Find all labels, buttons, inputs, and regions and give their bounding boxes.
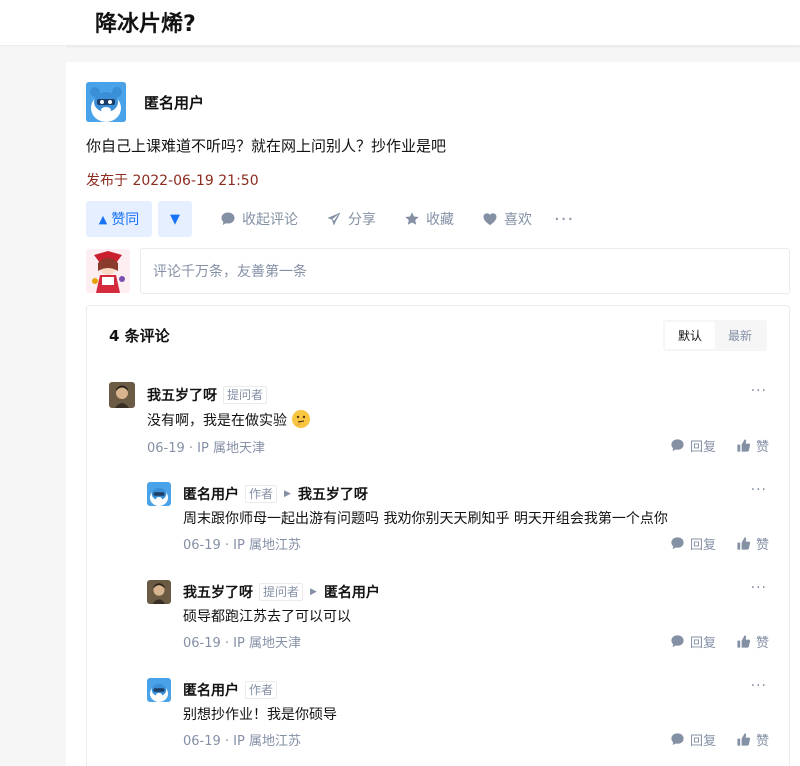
- comment-meta: 06-19 · IP 属地天津: [147, 441, 265, 456]
- commenter-avatar[interactable]: [147, 580, 171, 604]
- more-options-button[interactable]: ···: [554, 209, 574, 230]
- reply-arrow-icon: ▶: [310, 587, 317, 597]
- comment-header: 我五岁了呀 提问者: [147, 385, 268, 405]
- commenter-name[interactable]: 我五岁了呀: [183, 582, 253, 602]
- reply-button[interactable]: 回复: [670, 632, 716, 651]
- upvote-label: 赞同: [111, 212, 140, 228]
- reply-button[interactable]: 回复: [670, 730, 716, 749]
- answer-author: 匿名用户: [86, 82, 204, 122]
- like-label: 喜欢: [504, 212, 532, 228]
- comment-actions: 回复 赞: [650, 632, 769, 651]
- triangle-up-icon: ▲: [98, 212, 108, 226]
- comment-input[interactable]: 评论千万条，友善第一条: [140, 248, 790, 294]
- thumbs-up-icon: [737, 733, 751, 746]
- favorite-button[interactable]: 收藏: [404, 209, 454, 229]
- comment-more-button[interactable]: ···: [751, 482, 767, 498]
- comment-actions: 回复 赞: [650, 730, 769, 749]
- collapse-comments-label: 收起评论: [242, 212, 298, 228]
- question-title[interactable]: 降冰片烯?: [95, 6, 196, 38]
- comments-count: 4 条评论: [109, 326, 170, 345]
- reply-arrow-icon: ▶: [284, 489, 291, 499]
- comment-more-button[interactable]: ···: [751, 678, 767, 694]
- triangle-down-icon: ▼: [170, 211, 180, 227]
- comment-like-button[interactable]: 赞: [736, 730, 769, 749]
- publish-time[interactable]: 发布于 2022-06-19 21:50: [86, 170, 259, 190]
- share-button[interactable]: 分享: [326, 209, 376, 229]
- sort-toggle: 默认 最新: [662, 319, 767, 351]
- anonymous-avatar[interactable]: [86, 82, 126, 122]
- comment-header: 我五岁了呀 提问者 ▶ 匿名用户: [183, 582, 380, 602]
- comment-text: 别想抄作业！我是你硕导: [183, 707, 337, 723]
- author-tag: 作者: [245, 485, 278, 503]
- comment-actions: 回复 赞: [650, 436, 769, 455]
- share-label: 分享: [348, 212, 376, 228]
- thinking-face-icon: [292, 410, 311, 428]
- commenter-avatar[interactable]: [109, 382, 135, 408]
- comments-header: 4 条评论 默认 最新: [109, 319, 767, 351]
- paper-plane-icon: [327, 212, 341, 226]
- comment-header: 匿名用户 作者: [183, 680, 278, 700]
- anonymous-avatar[interactable]: [147, 678, 171, 702]
- reply-bubble-icon: [671, 537, 684, 550]
- downvote-button[interactable]: ▼: [158, 201, 192, 237]
- top-bar: 降冰片烯?: [0, 0, 800, 46]
- answer-content: 你自己上课难道不听吗？就在网上问别人？抄作业是吧: [86, 137, 447, 155]
- commenter-name[interactable]: 匿名用户: [183, 484, 239, 504]
- comment-text: 没有啊，我是在做实验: [147, 410, 311, 430]
- author-name[interactable]: 匿名用户: [144, 92, 204, 113]
- comment-text: 硕导都跑江苏去了可以可以: [183, 609, 351, 625]
- upvote-button[interactable]: ▲ 赞同: [86, 201, 152, 237]
- current-user-avatar[interactable]: [86, 249, 130, 293]
- reply-button[interactable]: 回复: [670, 534, 716, 553]
- comment-compose: 评论千万条，友善第一条: [86, 248, 790, 294]
- thumbs-up-icon: [737, 537, 751, 550]
- thumbs-up-icon: [737, 635, 751, 648]
- asker-tag: 提问者: [259, 583, 304, 601]
- collapse-comments-button[interactable]: 收起评论: [220, 209, 298, 229]
- heart-icon: [483, 213, 497, 226]
- thumbs-up-icon: [737, 439, 751, 452]
- comment-meta: 06-19 · IP 属地江苏: [183, 538, 301, 553]
- reply-bubble-icon: [671, 733, 684, 746]
- comment-like-button[interactable]: 赞: [736, 534, 769, 553]
- anonymous-avatar[interactable]: [147, 482, 171, 506]
- left-margin: [0, 46, 66, 766]
- comment-header: 匿名用户 作者 ▶ 我五岁了呀: [183, 484, 368, 504]
- reply-bubble-icon: [671, 635, 684, 648]
- comment-more-button[interactable]: ···: [751, 580, 767, 596]
- commenter-name[interactable]: 匿名用户: [183, 680, 239, 700]
- comment-reply-item: 我五岁了呀 提问者 ▶ 匿名用户 ··· 硕导都跑江苏去了可以可以 06-19 …: [87, 576, 791, 656]
- comment-actions: 回复 赞: [650, 534, 769, 553]
- answer-card: 匿名用户 你自己上课难道不听吗？就在网上问别人？抄作业是吧 发布于 2022-0…: [66, 62, 800, 766]
- star-icon: [405, 212, 419, 225]
- comment-meta: 06-19 · IP 属地江苏: [183, 734, 301, 749]
- comment-icon: [221, 212, 235, 225]
- comment-item: 我五岁了呀 提问者 ··· 没有啊，我是在做实验 06-19 · IP 属地天津…: [87, 378, 791, 458]
- comment-meta: 06-19 · IP 属地天津: [183, 636, 301, 651]
- comment-reply-item: 匿名用户 作者 ▶ 我五岁了呀 ··· 周末跟你师母一起出游有问题吗 我劝你别天…: [87, 478, 791, 558]
- reply-bubble-icon: [671, 439, 684, 452]
- comment-reply-item: 匿名用户 作者 ··· 别想抄作业！我是你硕导 06-19 · IP 属地江苏 …: [87, 674, 791, 754]
- reply-to-name[interactable]: 我五岁了呀: [298, 484, 368, 504]
- comment-like-button[interactable]: 赞: [736, 632, 769, 651]
- commenter-name[interactable]: 我五岁了呀: [147, 385, 217, 405]
- comment-more-button[interactable]: ···: [751, 383, 767, 399]
- comments-panel: 4 条评论 默认 最新 我五岁了呀 提问者 ··· 没有啊，我是在做实验 06-…: [86, 305, 790, 766]
- answer-actions: ▲ 赞同 ▼ 收起评论 分享 收藏 喜欢 ···: [86, 201, 574, 237]
- sort-default-button[interactable]: 默认: [664, 321, 715, 349]
- asker-tag: 提问者: [223, 386, 268, 404]
- reply-button[interactable]: 回复: [670, 436, 716, 455]
- reply-to-name[interactable]: 匿名用户: [324, 582, 380, 602]
- author-tag: 作者: [245, 681, 278, 699]
- sort-latest-button[interactable]: 最新: [715, 322, 765, 349]
- comment-text: 周末跟你师母一起出游有问题吗 我劝你别天天刷知乎 明天开组会我第一个点你: [183, 511, 668, 527]
- favorite-label: 收藏: [426, 212, 454, 228]
- like-button[interactable]: 喜欢: [482, 209, 532, 229]
- comment-like-button[interactable]: 赞: [736, 436, 769, 455]
